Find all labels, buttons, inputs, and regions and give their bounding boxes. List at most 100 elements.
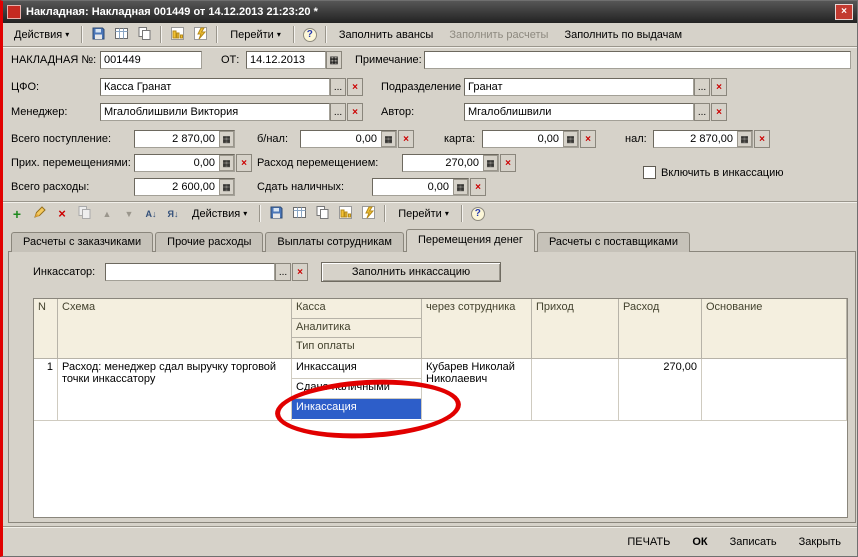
col-header-basis: Основание — [702, 299, 847, 359]
calculator-icon[interactable]: ▦ — [381, 131, 396, 147]
cashless-label: б/нал: — [257, 133, 289, 145]
author-label: Автор: — [381, 106, 415, 118]
calculator-icon[interactable]: ▦ — [453, 179, 468, 195]
col-header-via-employee: через сотрудника — [422, 299, 532, 359]
division-select-button[interactable]: ... — [694, 78, 710, 96]
chevron-down-icon: ▾ — [276, 29, 281, 39]
table-grid-button[interactable] — [289, 204, 310, 224]
table-help-button[interactable]: ? — [468, 204, 488, 224]
fill-button-1[interactable] — [167, 25, 188, 45]
toolbar-separator — [460, 205, 463, 222]
delete-row-button[interactable]: × — [52, 204, 72, 224]
sort-asc-icon: А↓ — [145, 208, 157, 219]
tab-money-movements[interactable]: Перемещения денег — [405, 229, 535, 252]
calculator-icon[interactable]: ▦ — [737, 131, 752, 147]
actions-menu-button[interactable]: Действия ▾ — [7, 25, 76, 45]
cash-to-handover-clear-icon[interactable]: × — [470, 178, 486, 196]
cashless-field-wrap: ▦ — [300, 130, 397, 148]
author-clear-icon[interactable]: × — [711, 103, 727, 121]
cell-pay-type-selected[interactable]: Инкассация — [292, 399, 421, 419]
calculator-icon[interactable]: ▦ — [219, 155, 234, 171]
calculator-icon[interactable]: ▦ — [563, 131, 578, 147]
titlebar: Накладная: Накладная 001449 от 14.12.201… — [3, 1, 857, 23]
collector-input[interactable] — [105, 263, 275, 281]
manager-select-button[interactable]: ... — [330, 103, 346, 121]
cash-clear-icon[interactable]: × — [754, 130, 770, 148]
table-actions-menu-button[interactable]: Действия ▾ — [185, 204, 254, 224]
go-menu-button[interactable]: Перейти ▾ — [223, 25, 288, 45]
collector-select-button[interactable]: ... — [275, 263, 291, 281]
save-icon — [91, 26, 106, 44]
division-input[interactable] — [464, 78, 694, 96]
manager-clear-icon[interactable]: × — [347, 103, 363, 121]
sort-desc-button[interactable]: Я↓ — [163, 204, 183, 224]
cell-expense[interactable]: 270,00 — [619, 359, 702, 421]
calculator-icon[interactable]: ▦ — [219, 131, 234, 147]
fill-collection-button[interactable]: Заполнить инкассацию — [321, 262, 501, 282]
close-document-button[interactable]: Закрыть — [799, 536, 841, 548]
division-clear-icon[interactable]: × — [711, 78, 727, 96]
tab-settlements-suppliers[interactable]: Расчеты с поставщиками — [536, 232, 690, 252]
calendar-icon[interactable]: ▦ — [326, 51, 342, 69]
print-button[interactable]: ПЕЧАТЬ — [627, 536, 670, 548]
include-in-collection-label: Включить в инкассацию — [661, 167, 784, 179]
help-button[interactable]: ? — [300, 25, 320, 45]
question-icon: ? — [470, 206, 485, 221]
save-document-button[interactable]: Записать — [730, 536, 777, 548]
tab-employee-payouts[interactable]: Выплаты сотрудникам — [265, 232, 404, 252]
invoice-number-input[interactable] — [100, 51, 202, 69]
add-row-button[interactable]: + — [7, 204, 27, 224]
sort-asc-button[interactable]: А↓ — [141, 204, 161, 224]
table-fill-button-1[interactable] — [335, 204, 356, 224]
date-input[interactable] — [246, 51, 326, 69]
calculator-icon[interactable]: ▦ — [483, 155, 498, 171]
cfo-select-button[interactable]: ... — [330, 78, 346, 96]
author-input[interactable] — [464, 103, 694, 121]
cell-via-employee[interactable]: Кубарев Николай Николаевич — [422, 359, 532, 421]
note-input[interactable] — [424, 51, 851, 69]
total-income-label: Всего поступление: — [11, 133, 112, 145]
toolbar-separator — [324, 26, 327, 43]
card-clear-icon[interactable]: × — [580, 130, 596, 148]
cell-analytics[interactable]: Сдано наличными — [292, 379, 421, 399]
tab-settlements-customers[interactable]: Расчеты с заказчиками — [11, 232, 154, 252]
table-go-menu-button[interactable]: Перейти ▾ — [391, 204, 456, 224]
ok-button[interactable]: ОК — [692, 536, 707, 548]
manager-input[interactable] — [100, 103, 330, 121]
toolbar-separator — [292, 26, 295, 43]
move-up-button: ▲ — [97, 204, 117, 224]
cashless-clear-icon[interactable]: × — [398, 130, 414, 148]
cfo-clear-icon[interactable]: × — [347, 78, 363, 96]
table-go-label: Перейти — [398, 207, 442, 220]
toolbar-separator — [216, 26, 219, 43]
table-copy-button[interactable] — [312, 204, 333, 224]
table-save-button[interactable] — [266, 204, 287, 224]
edit-row-button[interactable] — [29, 204, 50, 224]
author-select-button[interactable]: ... — [694, 103, 710, 121]
collector-clear-icon[interactable]: × — [292, 263, 308, 281]
manager-label: Менеджер: — [11, 106, 68, 118]
move-down-button: ▼ — [119, 204, 139, 224]
save-button[interactable] — [88, 25, 109, 45]
cell-basis[interactable] — [702, 359, 847, 421]
fill-by-payouts-button[interactable]: Заполнить по выдачам — [557, 25, 689, 45]
fill-advances-button[interactable]: Заполнить авансы — [332, 25, 441, 45]
reread-button[interactable] — [111, 25, 132, 45]
cell-schema[interactable]: Расход: менеджер сдал выручку торговой т… — [58, 359, 292, 421]
include-in-collection-checkbox[interactable] — [643, 166, 656, 179]
close-icon[interactable]: × — [835, 4, 853, 20]
cell-kassa[interactable]: Инкассация — [292, 359, 421, 379]
cell-n[interactable]: 1 — [34, 359, 58, 421]
cfo-input[interactable] — [100, 78, 330, 96]
incoming-transfers-clear-icon[interactable]: × — [236, 154, 252, 172]
cell-income[interactable] — [532, 359, 619, 421]
copy-button[interactable] — [134, 25, 155, 45]
fill-button-2[interactable] — [190, 25, 211, 45]
tab-other-expenses[interactable]: Прочие расходы — [155, 232, 264, 252]
calculator-icon[interactable]: ▦ — [219, 179, 234, 195]
outgoing-transfer-clear-icon[interactable]: × — [500, 154, 516, 172]
outgoing-transfer-label: Расход перемещением: — [257, 157, 379, 169]
table-fill-button-2[interactable] — [358, 204, 379, 224]
fill-settings-icon — [193, 26, 208, 44]
actions-label: Действия — [14, 28, 63, 41]
